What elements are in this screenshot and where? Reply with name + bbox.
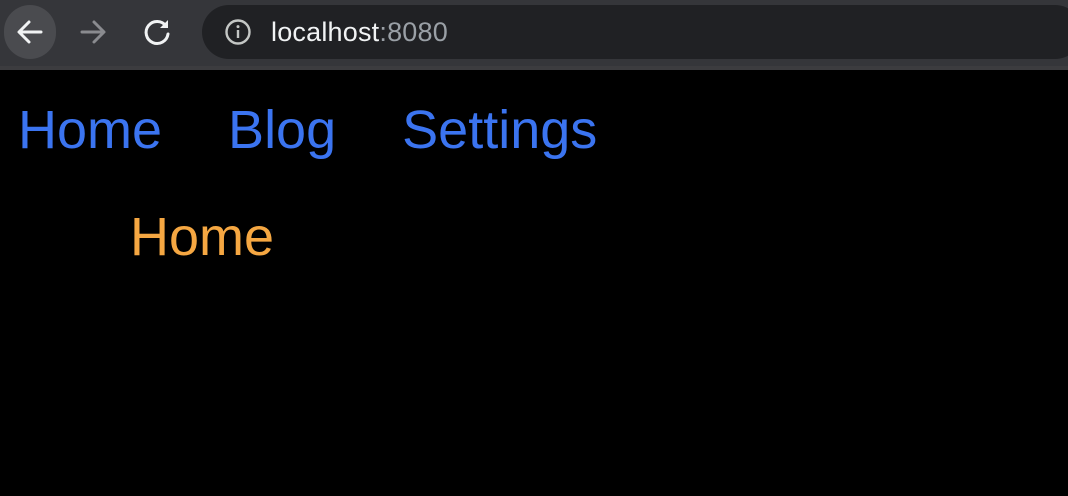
page-content: Home Blog Settings Home bbox=[0, 70, 1068, 496]
browser-toolbar: localhost:8080 bbox=[0, 0, 1068, 70]
reload-icon bbox=[144, 19, 170, 45]
forward-button[interactable] bbox=[67, 5, 119, 59]
nav-link-settings[interactable]: Settings bbox=[402, 99, 597, 161]
page-title: Home bbox=[130, 207, 275, 267]
url-text[interactable]: localhost:8080 bbox=[271, 17, 448, 48]
reload-button[interactable] bbox=[131, 5, 183, 59]
url-port: :8080 bbox=[379, 16, 448, 47]
info-icon[interactable] bbox=[224, 18, 252, 46]
arrow-left-icon bbox=[17, 20, 43, 44]
back-button[interactable] bbox=[4, 5, 56, 59]
address-bar[interactable]: localhost:8080 bbox=[202, 5, 1068, 59]
nav-link-home[interactable]: Home bbox=[18, 99, 162, 161]
nav-link-blog[interactable]: Blog bbox=[228, 99, 336, 161]
main-nav: Home Blog Settings bbox=[18, 99, 663, 161]
arrow-right-icon bbox=[80, 20, 106, 44]
url-host: localhost bbox=[271, 16, 380, 47]
